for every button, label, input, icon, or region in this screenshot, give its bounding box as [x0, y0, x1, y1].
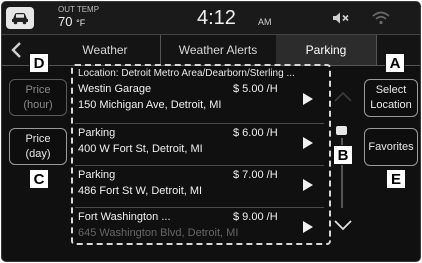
status-bar: OUT TEMP 70 °F 4:12 AM — [2, 2, 420, 35]
callout-c: C — [29, 169, 49, 189]
price-day-line1: Price — [25, 132, 51, 145]
list-item[interactable]: Fort Washington ... $ 9.00 /H 645 Washin… — [75, 207, 324, 240]
play-arrow-icon[interactable] — [302, 220, 314, 234]
callout-a: A — [385, 53, 405, 73]
outside-temp-value: 70 °F — [58, 15, 85, 30]
favorites-button[interactable]: Favorites — [364, 128, 418, 166]
list-item[interactable]: Parking $ 6.00 /H 400 W Fort St, Detroit… — [75, 123, 324, 159]
result-name: Westin Garage — [78, 83, 152, 95]
result-price: $ 6.00 /H — [233, 127, 278, 139]
callout-d: D — [29, 53, 49, 73]
play-arrow-icon[interactable] — [302, 136, 314, 150]
price-hour-line2: (hour) — [23, 98, 53, 111]
tab-bar: Weather Weather Alerts Parking — [2, 35, 420, 66]
wifi-icon — [372, 11, 390, 25]
play-arrow-icon[interactable] — [302, 178, 314, 192]
result-price: $ 5.00 /H — [233, 83, 278, 95]
tab-weather[interactable]: Weather — [50, 35, 161, 65]
result-price: $ 7.00 /H — [233, 169, 278, 181]
tab-weather-alerts[interactable]: Weather Alerts — [160, 35, 277, 65]
outside-temp-number: 70 — [58, 14, 73, 29]
price-day-line2: (day) — [25, 147, 51, 160]
result-name: Parking — [78, 169, 116, 181]
select-location-line2: Location — [370, 99, 412, 111]
chevron-up-icon[interactable] — [333, 90, 353, 104]
outside-temp-label: OUT TEMP — [58, 5, 100, 14]
list-item[interactable]: Westin Garage $ 5.00 /H 150 Michigan Ave… — [75, 80, 324, 115]
clock-time: 4:12 — [197, 7, 236, 29]
clock-ampm: AM — [258, 17, 272, 27]
result-address: 486 Fort St W, Detroit, MI — [78, 185, 203, 197]
callout-e: E — [386, 169, 406, 189]
price-hour-line1: Price — [25, 83, 51, 96]
car-icon — [12, 13, 28, 25]
mute-icon — [333, 12, 349, 24]
location-text: Location: Detroit Metro Area/Dearborn/St… — [78, 68, 295, 79]
tab-parking[interactable]: Parking — [276, 35, 377, 65]
price-day-button[interactable]: Price (day) — [9, 128, 67, 165]
outside-temp-unit: °F — [76, 18, 86, 28]
chevron-down-icon[interactable] — [333, 218, 353, 232]
infotainment-screen: OUT TEMP 70 °F 4:12 AM Weather Weather A… — [1, 1, 421, 262]
vehicle-button[interactable] — [6, 7, 34, 29]
callout-b: B — [333, 145, 353, 165]
play-arrow-icon[interactable] — [302, 92, 314, 106]
price-hour-button[interactable]: Price (hour) — [9, 79, 67, 116]
list-item[interactable]: Parking $ 7.00 /H 486 Fort St W, Detroit… — [75, 165, 324, 201]
select-location-button[interactable]: Select Location — [364, 79, 418, 117]
result-price: $ 9.00 /H — [233, 211, 278, 223]
result-name: Fort Washington ... — [78, 211, 171, 223]
result-name: Parking — [78, 127, 116, 139]
result-address: 150 Michigan Ave, Detroit, MI — [78, 99, 222, 111]
select-location-line1: Select — [375, 84, 407, 96]
result-address: 645 Washington Blvd, Detroit, MI — [78, 227, 239, 239]
result-address: 400 W Fort St, Detroit, MI — [78, 143, 203, 155]
scrollbar-thumb[interactable] — [336, 126, 347, 135]
